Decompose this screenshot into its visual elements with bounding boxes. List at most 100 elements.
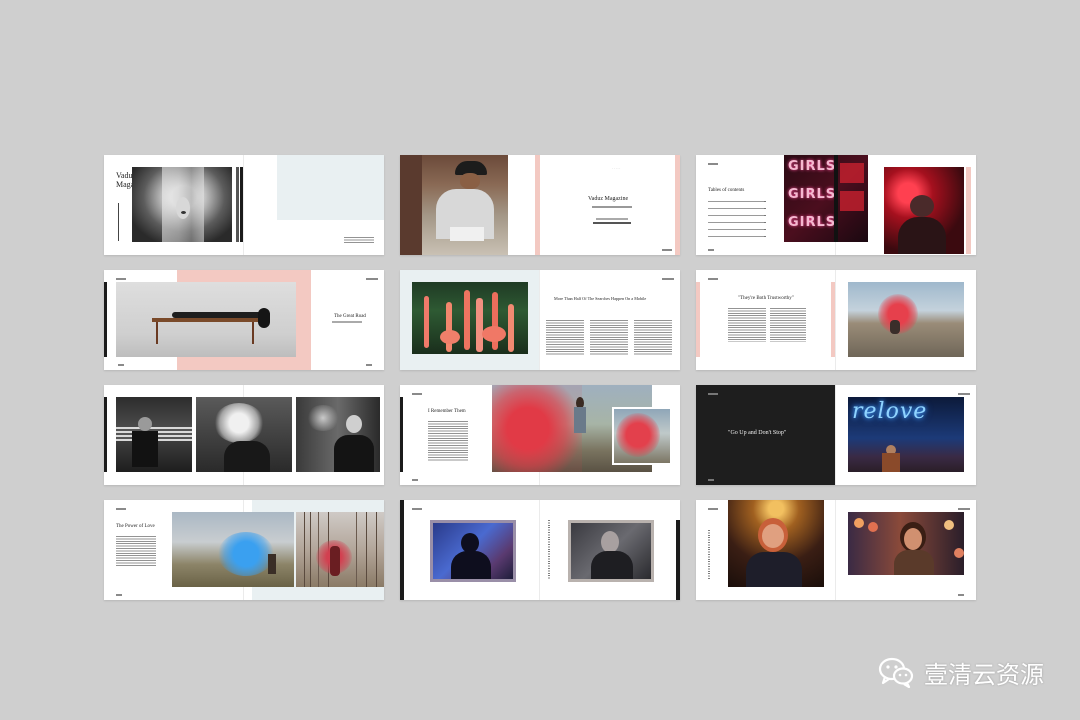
page-number [116,594,122,596]
running-header [116,508,126,510]
wechat-icon [878,656,914,689]
running-header: · · · · · [612,166,621,170]
magazine-spread-intro: · · · · · Vaduz Magazine [400,155,680,255]
spine-fold [243,155,244,255]
page-number [708,249,714,251]
page-number [366,364,372,366]
magazine-spread-smoke-portraits [104,385,384,485]
credit-line-2 [593,222,631,224]
watermark: 壹清云资源 [878,652,1044,692]
magazine-spread-trustworthy: "They're Both Trustworthy" [696,270,976,370]
running-header [708,278,718,280]
magazine-spread-the-great-road: The Great Road [104,270,384,370]
spine-fold [835,270,836,370]
page-number [662,249,672,251]
photo-red-smoke-desert [848,282,964,357]
body-text-column-1 [728,308,766,342]
portrait-photo-blonde-woman [132,167,232,242]
body-text-column-1 [428,421,468,461]
magazine-spread-i-remember-them: I Remember Them [400,385,680,485]
photo-woman-red-lights [884,167,964,254]
running-header [412,393,422,395]
running-header [662,278,674,280]
photo-woman-smoking-bw [568,520,654,582]
light-blue-panel [277,155,384,220]
watermark-text: 壹清云资源 [924,660,1044,689]
neon-relove-text: relove [852,399,928,424]
dark-accent-bar [240,167,243,242]
pink-edge-bar [966,167,971,254]
subtitle-line [592,206,632,208]
magazine-spread-power-of-love: The Power of Love [104,500,384,600]
running-header [708,508,718,510]
dark-edge-bar [104,282,107,357]
subtitle-line [332,321,362,323]
magazine-spread-neon-portraits [696,500,976,600]
pink-accent-bar [535,155,540,255]
photo-woman-glasses-lights [848,512,964,575]
dark-edge-bar [400,397,403,472]
pull-quote: "Go Up and Don't Stop" [728,430,787,436]
photo-inset-red-smoke [612,407,672,465]
photo-neon-relove-sign: relove [848,397,964,472]
intro-title: Vaduz Magazine [588,196,629,202]
spine-fold [835,500,836,600]
body-text-column-2 [770,308,806,342]
page-number [118,364,124,366]
vertical-caption [708,530,710,580]
article-title: I Remember Them [428,409,466,414]
photo-neon-girls-sign: GIRLS GIRLS GIRLS [784,155,868,242]
running-header [708,393,718,395]
spine-fold [539,500,540,600]
photo-red-smoke-trees [296,512,384,587]
spine-fold [539,270,540,370]
magazine-spread-cover: Vaduz Magazine [104,155,384,255]
dark-edge-bar-right [676,520,680,600]
vertical-caption [118,203,119,241]
running-header [958,508,970,510]
running-header [412,508,422,510]
photo-blue-smoke-field [172,512,294,587]
dark-edge-bar [104,397,107,472]
dark-accent-bar-2 [236,167,239,242]
pink-edge-bar [696,282,700,357]
page-number [708,479,714,481]
quote-title: "They're Both Trustworthy" [738,296,794,301]
photo-man-smoking-profile [296,397,380,472]
running-header [958,393,970,395]
body-text-column-1 [546,320,584,356]
page-number [958,594,964,596]
magazine-spread-toc: Tables of contents GIRLS GIRLS GIRLS [696,155,976,255]
photo-woman-red-hair [728,500,824,587]
toc-title: Tables of contents [708,188,745,193]
article-title: More Than Half Of The Searches Happen On… [554,296,647,301]
photo-man-sitting-bench [116,397,192,472]
photo-flamingos [412,282,528,354]
body-text-column-2 [590,320,628,356]
article-title: The Power of Love [116,524,155,529]
body-text-column-1 [116,536,156,566]
photo-woman-lying-on-table [116,282,296,357]
credit-line [596,218,628,220]
running-header [366,278,378,280]
body-text-column-3 [634,320,672,356]
magazine-spread-mobile-searches: More Than Half Of The Searches Happen On… [400,270,680,370]
photo-man-with-cap-writing [400,155,508,255]
photo-man-blowing-smoke [196,397,292,472]
spine-fold [835,385,836,485]
dark-edge-bar [400,500,404,600]
magazine-spread-go-up: "Go Up and Don't Stop" relove [696,385,976,485]
photo-silhouette-blue [430,520,516,582]
neon-girls-text-2: GIRLS [788,187,837,202]
pink-edge-bar [675,155,680,255]
neon-girls-text-3: GIRLS [788,215,837,230]
spread-title: The Great Road [334,314,366,319]
magazine-spread-silhouettes [400,500,680,600]
caption-text-block [344,237,374,243]
neon-girls-text-1: GIRLS [788,159,837,174]
pink-accent-bar [831,282,835,357]
running-header [116,278,126,280]
running-header [708,163,718,165]
page-number [412,479,418,481]
vertical-caption [548,520,550,580]
